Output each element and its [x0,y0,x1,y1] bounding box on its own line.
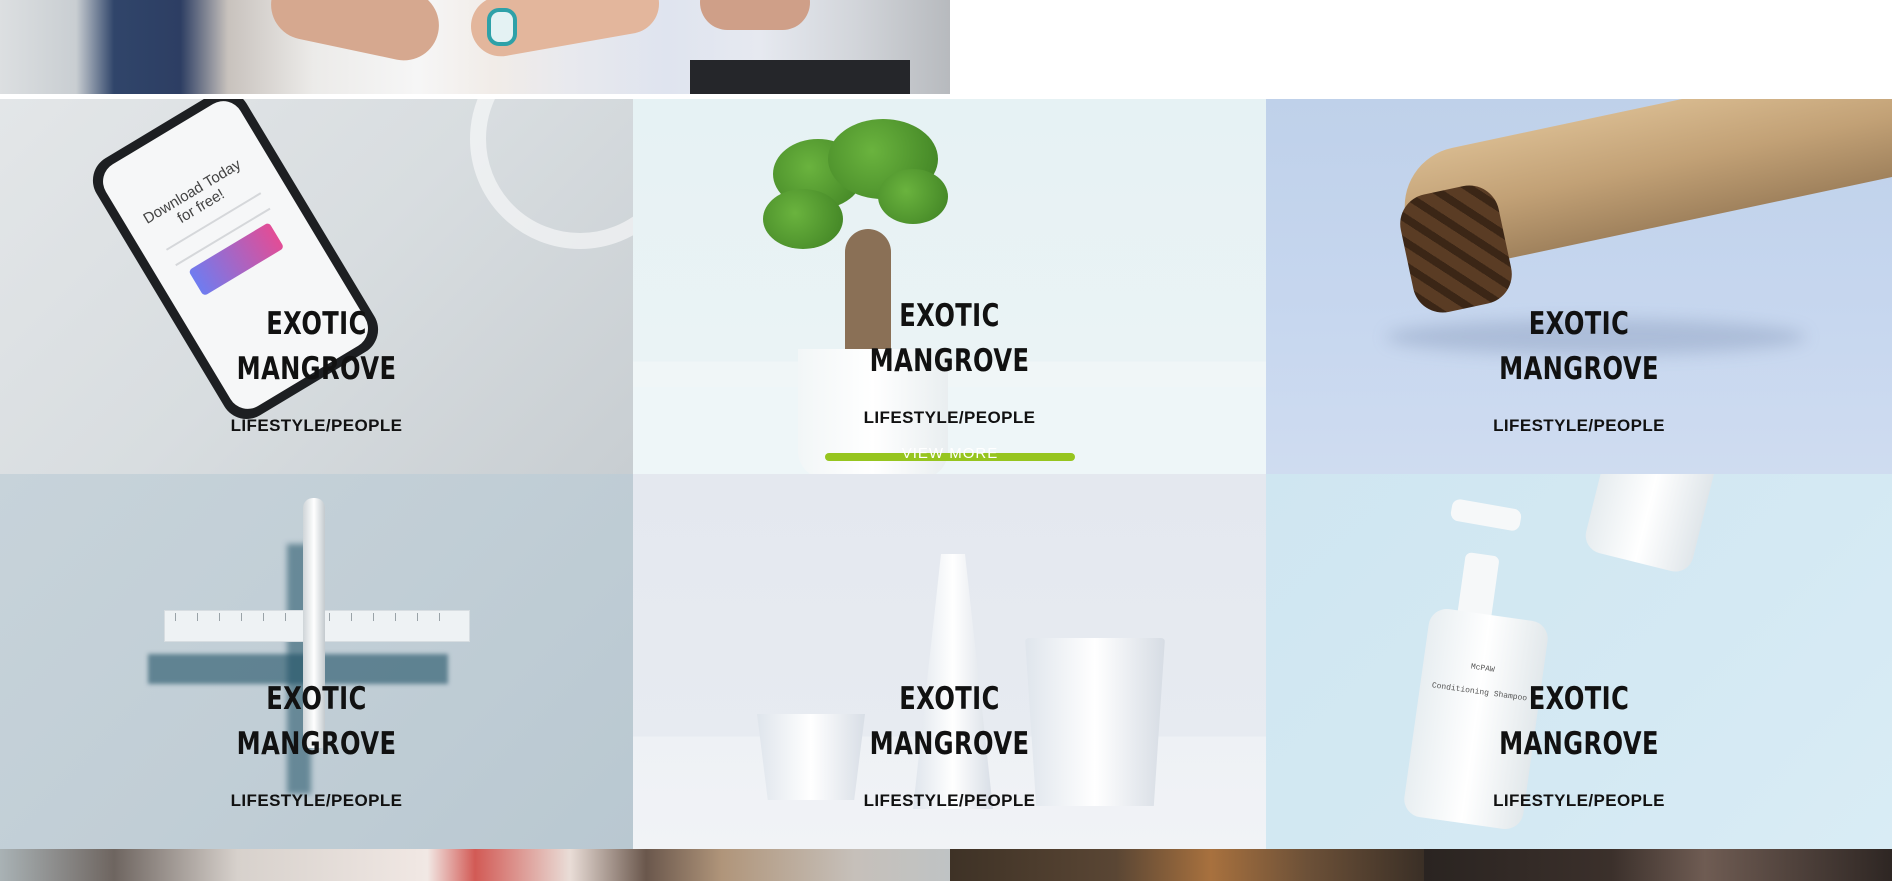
tile-title-line2[interactable]: MANGROVE [703,722,1197,767]
tile-title-line1[interactable]: EXOTIC [1335,677,1823,722]
portfolio-tile-ceramics[interactable]: EXOTIC MANGROVE LIFESTYLE/PEOPLE [633,474,1266,849]
hands-shape [700,0,810,30]
hands-shape [264,0,446,67]
plant-leaves [878,169,948,224]
tile-category[interactable]: LIFESTYLE/PEOPLE [1266,416,1892,436]
tile-category[interactable]: LIFESTYLE/PEOPLE [1266,791,1892,811]
tile-caption: EXOTIC MANGROVE LIFESTYLE/PEOPLE [1266,677,1892,811]
tile-title-line1[interactable]: EXOTIC [70,302,564,347]
tile-category[interactable]: LIFESTYLE/PEOPLE [633,408,1266,428]
portfolio-tile-wood[interactable]: EXOTIC MANGROVE LIFESTYLE/PEOPLE [1266,99,1892,474]
top-banner-image[interactable] [0,0,950,94]
tile-caption: EXOTIC MANGROVE LIFESTYLE/PEOPLE [633,294,1266,428]
portfolio-tile-pen[interactable]: EXOTIC MANGROVE LIFESTYLE/PEOPLE [0,474,633,849]
bottom-image-strip [0,849,1892,881]
tile-title-line1[interactable]: EXOTIC [70,677,564,722]
tile-category[interactable]: LIFESTYLE/PEOPLE [633,791,1266,811]
portfolio-tile-phone[interactable]: Download Today for free! EXOTIC MANGROVE… [0,99,633,474]
tile-title-line2[interactable]: MANGROVE [1335,347,1823,392]
tile-title-line1[interactable]: EXOTIC [703,677,1197,722]
bottle-image [1581,474,1721,576]
bottom-image-people[interactable] [0,849,950,881]
belt-shape [690,60,910,94]
tile-title-line2[interactable]: MANGROVE [703,339,1197,384]
pump-image [1449,498,1523,532]
watch-shape [487,8,517,46]
tile-title-line2[interactable]: MANGROVE [70,347,564,392]
tile-title-line1[interactable]: EXOTIC [703,294,1197,339]
portfolio-tile-plant[interactable]: EXOTIC MANGROVE LIFESTYLE/PEOPLE VIEW MO… [633,99,1266,474]
tile-title-line1[interactable]: EXOTIC [1335,302,1823,347]
tile-caption: EXOTIC MANGROVE LIFESTYLE/PEOPLE [0,302,633,436]
tile-caption: EXOTIC MANGROVE LIFESTYLE/PEOPLE [633,677,1266,811]
bottom-image-portrait[interactable] [1424,849,1892,881]
tile-caption: EXOTIC MANGROVE LIFESTYLE/PEOPLE [1266,302,1892,436]
tile-category[interactable]: LIFESTYLE/PEOPLE [0,416,633,436]
tile-title-line2[interactable]: MANGROVE [1335,722,1823,767]
portfolio-tile-shampoo[interactable]: McPAW Conditioning Shampoo EXOTIC MANGRO… [1266,474,1892,849]
tile-title-line2[interactable]: MANGROVE [70,722,564,767]
plant-leaves [763,189,843,249]
tile-caption: EXOTIC MANGROVE LIFESTYLE/PEOPLE [0,677,633,811]
bottom-image-portrait[interactable] [950,849,1424,881]
portfolio-grid: Download Today for free! EXOTIC MANGROVE… [0,99,1892,849]
decor-ring [470,99,633,249]
view-more-label[interactable]: VIEW MORE [825,445,1075,459]
tile-category[interactable]: LIFESTYLE/PEOPLE [0,791,633,811]
